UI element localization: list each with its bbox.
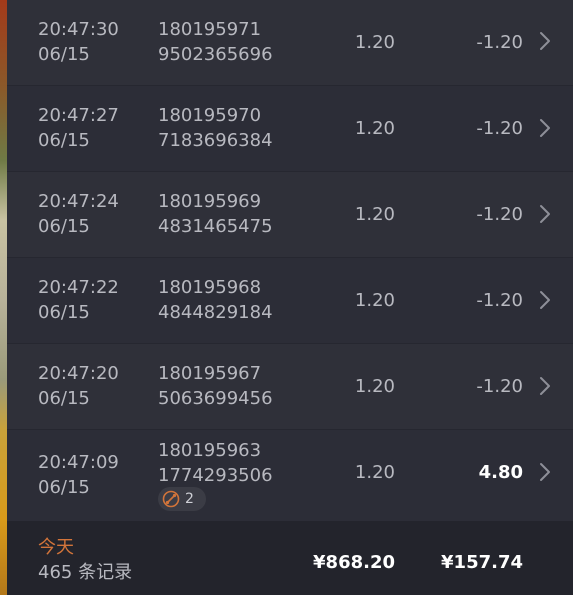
record-row[interactable]: 20:47:24 06/15 180195969 4831465475 1.20… <box>7 172 573 258</box>
record-timestamp: 20:47:22 06/15 <box>38 275 119 325</box>
record-date: 06/15 <box>38 388 90 409</box>
free-spin-icon <box>162 490 180 508</box>
record-date: 06/15 <box>38 130 90 151</box>
record-win-loss: -1.20 <box>476 32 523 53</box>
record-id-line2: 4844829184 <box>158 302 273 323</box>
free-spin-badge: 2 <box>158 487 206 511</box>
record-row[interactable]: 20:47:09 06/15 180195963 1774293506 2 1.… <box>7 430 573 526</box>
record-id-line1: 180195971 <box>158 19 262 40</box>
record-bet-amount: 1.20 <box>354 118 395 139</box>
record-timestamp: 20:47:20 06/15 <box>38 361 119 411</box>
record-id-line2: 9502365696 <box>158 44 273 65</box>
record-timestamp: 20:47:30 06/15 <box>38 17 119 67</box>
record-row[interactable]: 20:47:22 06/15 180195968 4844829184 1.20… <box>7 258 573 344</box>
record-time: 20:47:27 <box>38 105 119 126</box>
record-timestamp: 20:47:09 06/15 <box>38 450 119 500</box>
record-date: 06/15 <box>38 216 90 237</box>
record-timestamp: 20:47:24 06/15 <box>38 189 119 239</box>
chevron-right-icon[interactable] <box>538 289 552 311</box>
chevron-right-icon[interactable] <box>538 30 552 52</box>
chevron-right-icon[interactable] <box>538 203 552 225</box>
record-id-line1: 180195970 <box>158 105 262 126</box>
record-win-loss: -1.20 <box>476 376 523 397</box>
chevron-right-icon[interactable] <box>538 461 552 483</box>
record-timestamp: 20:47:27 06/15 <box>38 103 119 153</box>
record-bet-amount: 1.20 <box>354 204 395 225</box>
record-id: 180195969 4831465475 <box>158 189 273 239</box>
summary-total-bet: ¥868.20 <box>313 552 395 573</box>
record-id-line1: 180195967 <box>158 363 262 384</box>
record-id: 180195968 4844829184 <box>158 275 273 325</box>
summary-day-label: 今天 <box>38 537 74 558</box>
record-id-line2: 5063699456 <box>158 388 273 409</box>
record-id: 180195970 7183696384 <box>158 103 273 153</box>
background-edge <box>0 0 7 595</box>
record-id-line1: 180195968 <box>158 277 262 298</box>
record-time: 20:47:20 <box>38 363 119 384</box>
record-id-line2: 1774293506 <box>158 465 273 486</box>
summary-total-win-loss: ¥157.74 <box>441 552 523 573</box>
record-time: 20:47:09 <box>38 452 119 473</box>
summary-footer: 今天 465 条记录 ¥868.20 ¥157.74 <box>7 521 573 595</box>
record-id-line2: 4831465475 <box>158 216 273 237</box>
record-id-line1: 180195969 <box>158 191 262 212</box>
record-date: 06/15 <box>38 44 90 65</box>
chevron-right-icon[interactable] <box>538 375 552 397</box>
free-spin-count: 2 <box>185 491 194 507</box>
record-win-loss: -1.20 <box>476 118 523 139</box>
record-win-loss: 4.80 <box>478 462 523 483</box>
record-win-loss: -1.20 <box>476 204 523 225</box>
record-date: 06/15 <box>38 477 90 498</box>
bet-history-screen: 20:47:30 06/15 180195971 9502365696 1.20… <box>0 0 573 595</box>
summary-record-count: 465 条记录 <box>38 562 133 583</box>
record-row[interactable]: 20:47:30 06/15 180195971 9502365696 1.20… <box>7 0 573 86</box>
record-bet-amount: 1.20 <box>354 32 395 53</box>
record-bet-amount: 1.20 <box>354 376 395 397</box>
record-bet-amount: 1.20 <box>354 290 395 311</box>
record-date: 06/15 <box>38 302 90 323</box>
record-id-line1: 180195963 <box>158 440 262 461</box>
chevron-right-icon[interactable] <box>538 117 552 139</box>
record-time: 20:47:30 <box>38 19 119 40</box>
record-list: 20:47:30 06/15 180195971 9502365696 1.20… <box>7 0 573 526</box>
record-row[interactable]: 20:47:27 06/15 180195970 7183696384 1.20… <box>7 86 573 172</box>
record-id: 180195967 5063699456 <box>158 361 273 411</box>
record-time: 20:47:22 <box>38 277 119 298</box>
record-id: 180195971 9502365696 <box>158 17 273 67</box>
record-row[interactable]: 20:47:20 06/15 180195967 5063699456 1.20… <box>7 344 573 430</box>
record-time: 20:47:24 <box>38 191 119 212</box>
record-id: 180195963 1774293506 <box>158 438 273 488</box>
record-win-loss: -1.20 <box>476 290 523 311</box>
record-id-line2: 7183696384 <box>158 130 273 151</box>
record-bet-amount: 1.20 <box>354 462 395 483</box>
